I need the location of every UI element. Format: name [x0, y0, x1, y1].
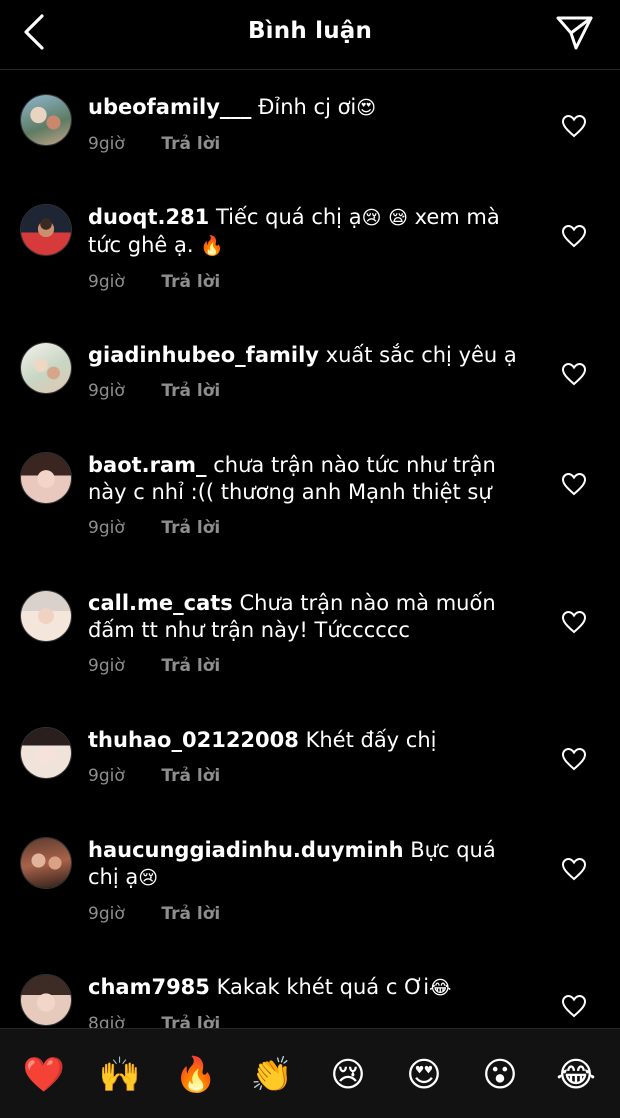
comment-username[interactable]: cham7985 [88, 975, 210, 999]
comment-time: 9giờ [88, 134, 125, 154]
emoji: 😍 [356, 97, 377, 119]
emoji: 😢 [361, 207, 382, 229]
emoji-raised-hands-button[interactable]: 🙌 [96, 1051, 144, 1099]
paper-plane-icon [556, 16, 593, 50]
reply-button[interactable]: Trả lời [161, 904, 220, 924]
comment-time: 9giờ [88, 766, 125, 786]
comment-text: Đỉnh cj ơi [258, 95, 357, 119]
emoji-heart-button[interactable]: ❤️ [20, 1051, 68, 1099]
page-title: Bình luận [247, 18, 373, 44]
reply-button[interactable]: Trả lời [161, 656, 220, 676]
comment-text: Kakak khét quá c Ơi [216, 975, 430, 999]
heart-icon[interactable] [561, 994, 587, 1018]
comment-username[interactable]: duoqt.281 [88, 205, 209, 229]
heart-icon[interactable] [561, 362, 587, 386]
avatar[interactable] [20, 727, 72, 779]
comment-time: 9giờ [88, 518, 125, 538]
avatar[interactable] [20, 590, 72, 642]
avatar[interactable] [20, 204, 72, 256]
heart-icon[interactable] [561, 857, 587, 881]
reply-button[interactable]: Trả lời [161, 381, 220, 401]
header-bar: Bình luận [0, 0, 620, 70]
emoji-fire-button[interactable]: 🔥 [172, 1051, 220, 1099]
comment-username[interactable]: thuhao_02122008 [88, 728, 299, 752]
comment-username[interactable]: ubeofamily___ [88, 95, 251, 119]
emoji-laughing-button[interactable]: 😂 [552, 1051, 600, 1099]
emoji: 😪 [388, 207, 408, 229]
comment-list[interactable]: ubeofamily___ Đỉnh cj ơi😍 9giờ Trả lời d… [0, 70, 620, 1028]
avatar[interactable] [20, 342, 72, 394]
emoji-reaction-bar: ❤️ 🙌 🔥 👏 😢 😍 😮 😂 [0, 1028, 620, 1118]
avatar[interactable] [20, 452, 72, 504]
emoji-surprised-button[interactable]: 😮 [476, 1051, 524, 1099]
comment-time: 9giờ [88, 656, 125, 676]
emoji: 😂 [429, 977, 452, 999]
comment-time: 9giờ [88, 381, 125, 401]
heart-icon[interactable] [561, 747, 587, 771]
comment-text: xuất sắc chị yêu ạ [325, 343, 517, 367]
emoji-heart-eyes-button[interactable]: 😍 [400, 1051, 448, 1099]
heart-icon[interactable] [561, 472, 587, 496]
direct-send-button[interactable] [554, 12, 596, 54]
heart-icon[interactable] [561, 114, 587, 138]
emoji-crying-button[interactable]: 😢 [324, 1051, 372, 1099]
avatar[interactable] [20, 94, 72, 146]
comment-time: 9giờ [88, 904, 125, 924]
heart-icon[interactable] [561, 224, 587, 248]
comment-time: 9giờ [88, 272, 125, 292]
heart-icon[interactable] [561, 610, 587, 634]
reply-button[interactable]: Trả lời [161, 766, 220, 786]
comment-username[interactable]: giadinhubeo_family [88, 343, 319, 367]
reply-button[interactable]: Trả lời [161, 134, 220, 154]
emoji: 😢 [138, 867, 159, 889]
comment-username[interactable]: haucunggiadinhu.duyminh [88, 838, 404, 862]
comment-username[interactable]: baot.ram_ [88, 453, 207, 477]
comment-username[interactable]: call.me_cats [88, 591, 233, 615]
avatar[interactable] [20, 974, 72, 1026]
reply-button[interactable]: Trả lời [161, 518, 220, 538]
comment-text: Tiếc quá chị ạ [215, 205, 362, 229]
reply-button[interactable]: Trả lời [161, 1014, 220, 1028]
comment-time: 8giờ [88, 1014, 125, 1028]
comment-text: Khét đấy chị [305, 728, 437, 752]
reply-button[interactable]: Trả lời [161, 272, 220, 292]
emoji-clap-button[interactable]: 👏 [248, 1051, 296, 1099]
avatar[interactable] [20, 837, 72, 889]
emoji: 🔥 [200, 235, 224, 257]
